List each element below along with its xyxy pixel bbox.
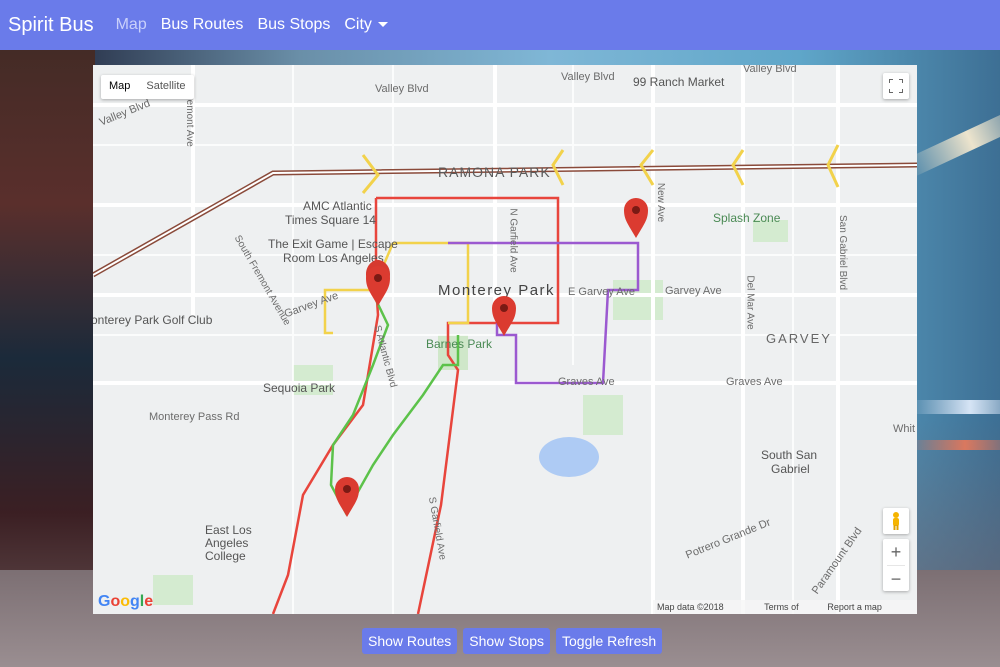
park-area [153, 575, 193, 605]
park-area [583, 395, 623, 435]
map-label: Del Mar Ave [744, 275, 756, 330]
nav-bus-routes[interactable]: Bus Routes [161, 16, 244, 34]
fullscreen-button[interactable] [883, 73, 909, 99]
map-label: 99 Ranch Market [633, 75, 725, 89]
map-label: Barnes Park [426, 337, 493, 351]
google-logo-letter: o [120, 593, 131, 610]
nav-city-dropdown[interactable]: City [344, 16, 388, 34]
map-label: College [205, 549, 246, 563]
nav-bus-stops[interactable]: Bus Stops [257, 16, 330, 34]
show-routes-button[interactable]: Show Routes [362, 628, 458, 654]
zoom-out-button[interactable]: − [883, 566, 909, 592]
map-canvas[interactable]: Valley Blvd Valley Blvd Valley Blvd Vall… [93, 65, 917, 614]
caret-down-icon [377, 22, 388, 28]
map-label: Monterey Pass Rd [149, 411, 240, 423]
map-label: GARVEY [766, 331, 832, 346]
nav-map[interactable]: Map [116, 16, 147, 34]
light-streak [910, 400, 1000, 414]
toggle-refresh-button[interactable]: Toggle Refresh [556, 628, 663, 654]
navbar: Spirit Bus Map Bus Routes Bus Stops City [0, 0, 1000, 50]
map-label: South San [761, 448, 818, 462]
route-purple[interactable] [448, 241, 640, 385]
report-error-link[interactable]: Report a map error [827, 600, 901, 614]
zoom-control: + − [883, 539, 909, 591]
map-type-control: Map Satellite [101, 75, 194, 99]
google-logo-letter: G [98, 593, 111, 610]
map-label: New Ave [655, 182, 667, 223]
show-stops-button[interactable]: Show Stops [463, 628, 550, 654]
map-label: Valley Blvd [375, 83, 429, 95]
map-label: RAMONA PARK [438, 164, 551, 180]
map-label: Times Square 14 [285, 213, 376, 227]
pegman-icon [893, 512, 899, 530]
street-view-button[interactable] [883, 508, 909, 534]
google-logo[interactable]: Google [98, 593, 153, 611]
zoom-in-button[interactable]: + [883, 539, 909, 565]
map-label: Valley Blvd [561, 71, 615, 83]
map-label: Monterey Park [438, 282, 556, 299]
map-type-satellite[interactable]: Satellite [138, 75, 193, 99]
map-label: Splash Zone [713, 211, 781, 225]
lake [539, 437, 599, 477]
light-streak [905, 440, 1000, 450]
map-label: Sequoia Park [263, 381, 336, 395]
map-label: AMC Atlantic [303, 199, 372, 213]
google-logo-letter: e [144, 593, 154, 610]
map-type-map[interactable]: Map [101, 75, 138, 99]
map-label: Graves Ave [726, 376, 783, 388]
map-label: East Los [205, 523, 252, 537]
map-label: The Exit Game | Escape [268, 237, 398, 251]
map-label: Whit [893, 423, 915, 435]
map-label: N Garfield Ave [507, 208, 519, 273]
google-logo-letter: o [110, 593, 121, 610]
map-label: onterey Park Golf Club [93, 313, 213, 327]
map-label: Gabriel [771, 462, 810, 476]
route-green[interactable] [329, 299, 460, 516]
nav-city-label: City [344, 16, 372, 33]
map-button-bar: Show Routes Show Stops Toggle Refresh [362, 628, 663, 654]
map-attribution: Map data ©2018 Google Terms of Use Repor… [653, 600, 917, 614]
map-label: Room Los Angeles [283, 251, 384, 265]
terms-link[interactable]: Terms of Use [764, 600, 815, 614]
fullscreen-icon [889, 79, 903, 93]
brand[interactable]: Spirit Bus [8, 14, 94, 37]
map-label: Valley Blvd [743, 65, 797, 75]
map-label: Graves Ave [558, 376, 615, 388]
map-label: Angeles [205, 536, 249, 550]
map-label: San Gabriel Blvd [837, 214, 849, 291]
map-data-credit: Map data ©2018 Google [657, 602, 724, 612]
google-logo-letter: g [130, 593, 140, 610]
map-label: E Garvey Ave [568, 286, 636, 298]
map-label: Garvey Ave [665, 285, 722, 297]
